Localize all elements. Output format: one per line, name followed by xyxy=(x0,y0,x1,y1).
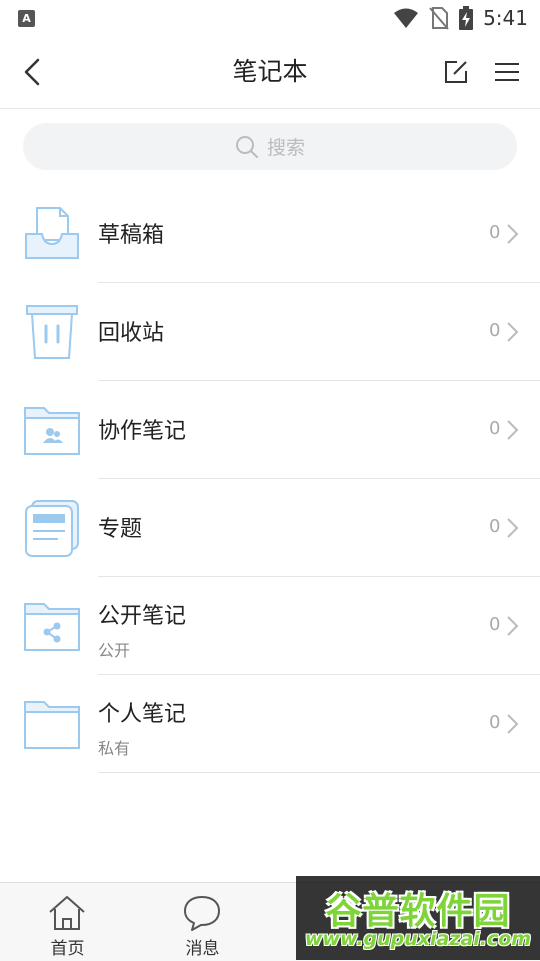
item-title: 专题 xyxy=(98,517,143,542)
new-note-button[interactable] xyxy=(438,54,474,90)
list-item-topics[interactable]: 专题 0 xyxy=(0,479,540,577)
trash-icon xyxy=(26,305,78,359)
item-title: 协作笔记 xyxy=(98,419,187,444)
hamburger-menu-icon xyxy=(495,63,519,81)
edit-note-icon xyxy=(445,61,467,83)
chevron-right-icon xyxy=(507,224,519,244)
list-item-drafts[interactable]: 草稿箱 0 xyxy=(0,185,540,283)
list-item-trash[interactable]: 回收站 0 xyxy=(0,283,540,381)
list-item-collab-notes[interactable]: 协作笔记 0 xyxy=(0,381,540,479)
nav-label: 消息 xyxy=(185,939,220,959)
chevron-right-icon xyxy=(507,714,519,734)
item-count: 0 xyxy=(489,516,501,537)
menu-button[interactable] xyxy=(489,54,525,90)
item-count: 0 xyxy=(489,320,501,341)
chevron-right-icon xyxy=(507,616,519,636)
item-count: 0 xyxy=(489,712,501,733)
no-sim-icon xyxy=(429,7,449,30)
nav-messages[interactable]: 消息 xyxy=(135,883,270,961)
watermark-url: www.gupuxiazai.com xyxy=(304,928,532,950)
nav-home[interactable]: 首页 xyxy=(0,883,135,961)
divider xyxy=(98,772,540,773)
back-button[interactable] xyxy=(14,52,50,92)
watermark: 谷普软件园 www.gupuxiazai.com xyxy=(296,876,540,960)
drafts-tray-icon xyxy=(25,207,79,259)
notebook-list: 草稿箱 0 回收站 0 协作笔记 0 专题 0 公开笔记 公开 0 个人笔记 私… xyxy=(0,185,540,773)
nav-label: 首页 xyxy=(50,939,85,959)
shared-folder-icon xyxy=(24,407,80,455)
app-header: 笔记本 xyxy=(0,36,540,109)
list-item-personal-notes[interactable]: 个人笔记 私有 0 xyxy=(0,675,540,773)
item-subtitle: 公开 xyxy=(98,641,131,660)
search-placeholder: 搜索 xyxy=(266,137,305,159)
item-count: 0 xyxy=(489,418,501,439)
item-title: 回收站 xyxy=(98,321,165,346)
search-content: 搜索 xyxy=(23,123,517,170)
battery-charging-icon xyxy=(459,6,474,30)
search-input[interactable]: 搜索 xyxy=(23,123,517,170)
status-bar: A 5:41 xyxy=(0,0,540,36)
wifi-icon xyxy=(394,8,419,28)
item-count: 0 xyxy=(489,614,501,635)
app-notification-icon: A xyxy=(18,10,35,27)
clock: 5:41 xyxy=(483,6,528,30)
status-icons: 5:41 xyxy=(393,4,528,32)
message-icon xyxy=(184,896,220,931)
topic-icon xyxy=(25,500,79,557)
list-item-public-notes[interactable]: 公开笔记 公开 0 xyxy=(0,577,540,675)
item-subtitle: 私有 xyxy=(98,739,131,758)
item-title: 草稿箱 xyxy=(98,223,165,248)
folder-icon xyxy=(24,701,80,749)
chevron-right-icon xyxy=(507,322,519,342)
item-title: 个人笔记 xyxy=(98,702,187,727)
item-count: 0 xyxy=(489,222,501,243)
chevron-left-icon xyxy=(24,58,40,86)
item-title: 公开笔记 xyxy=(98,604,187,629)
home-icon xyxy=(49,896,85,930)
chevron-right-icon xyxy=(507,420,519,440)
search-icon xyxy=(235,135,258,158)
public-folder-icon xyxy=(24,603,80,651)
chevron-right-icon xyxy=(507,518,519,538)
watermark-logo: 谷普软件园 xyxy=(325,891,511,932)
